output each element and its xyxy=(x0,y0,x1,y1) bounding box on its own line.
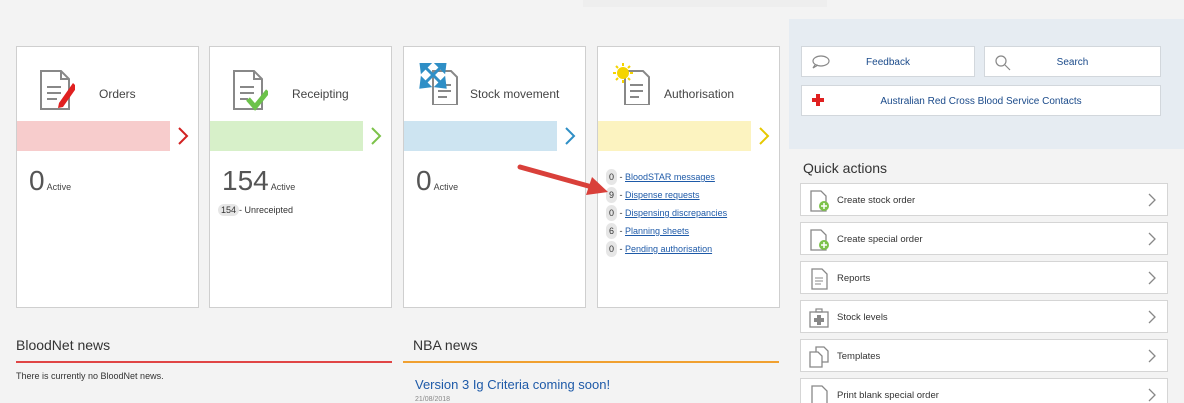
orders-status-bar xyxy=(17,121,170,151)
quick-action-label: Create special order xyxy=(837,234,923,245)
document-icon xyxy=(811,268,828,290)
bloodnet-news-text: There is currently no BloodNet news. xyxy=(16,371,164,381)
templates-button[interactable]: Templates xyxy=(800,339,1168,372)
chevron-right-icon xyxy=(178,127,189,145)
nba-news-section: NBA news Version 3 Ig Criteria coming so… xyxy=(403,337,779,403)
list-item: 6 - Planning sheets xyxy=(606,223,727,241)
stock-movement-tile-header: Stock movement xyxy=(404,47,585,121)
checkmark-document-icon xyxy=(233,70,268,111)
orders-active-count: 0 Active xyxy=(29,165,72,196)
print-blank-special-order-button[interactable]: Print blank special order xyxy=(800,378,1168,403)
bloodstar-messages-link[interactable]: BloodSTAR messages xyxy=(625,172,715,182)
stock-levels-button[interactable]: Stock levels xyxy=(800,300,1168,333)
authorisation-list: 0 - BloodSTAR messages 9 - Dispense requ… xyxy=(606,169,727,259)
copy-documents-icon xyxy=(809,346,829,368)
receipting-open-button[interactable] xyxy=(365,121,387,151)
chevron-right-icon xyxy=(1148,193,1156,207)
annotation-arrow-icon xyxy=(517,164,608,195)
red-cross-contacts-label: Australian Red Cross Blood Service Conta… xyxy=(880,96,1082,107)
stock-movement-title: Stock movement xyxy=(470,87,560,101)
feedback-button[interactable]: Feedback xyxy=(801,46,975,77)
quick-action-label: Templates xyxy=(837,351,881,362)
bloodnet-news-divider xyxy=(16,361,392,363)
authorisation-status-bar xyxy=(598,121,751,151)
dispense-requests-link[interactable]: Dispense requests xyxy=(625,190,700,200)
authorisation-tile[interactable]: Authorisation 0 - BloodSTAR messages 9 -… xyxy=(597,46,780,308)
receipting-title: Receipting xyxy=(292,87,349,101)
move-arrows-document-icon xyxy=(419,63,458,105)
chevron-right-icon xyxy=(1148,310,1156,324)
authorisation-title: Authorisation xyxy=(664,87,735,101)
red-cross-contacts-button[interactable]: Australian Red Cross Blood Service Conta… xyxy=(801,85,1161,116)
bloodnet-news-section: BloodNet news There is currently no Bloo… xyxy=(16,337,392,381)
orders-title: Orders xyxy=(99,87,136,101)
bloodnet-news-title: BloodNet news xyxy=(16,337,111,353)
nba-news-divider xyxy=(403,361,779,363)
authorisation-open-button[interactable] xyxy=(753,121,775,151)
reports-button[interactable]: Reports xyxy=(800,261,1168,294)
authorisation-tile-header: Authorisation xyxy=(598,47,779,121)
nba-news-date: 21/08/2018 xyxy=(415,396,451,403)
feedback-label: Feedback xyxy=(866,57,910,68)
add-document-icon xyxy=(810,229,829,251)
chevron-right-icon xyxy=(1148,388,1156,402)
create-special-order-button[interactable]: Create special order xyxy=(800,222,1168,255)
nba-news-headline-link[interactable]: Version 3 Ig Criteria coming soon! xyxy=(403,377,779,392)
receipting-tile-header: Receipting xyxy=(210,47,391,121)
search-button[interactable]: Search xyxy=(984,46,1161,77)
chevron-right-icon xyxy=(1148,232,1156,246)
stock-movement-open-button[interactable] xyxy=(559,121,581,151)
quick-actions-title: Quick actions xyxy=(803,160,888,176)
top-divider xyxy=(583,0,827,7)
chevron-right-icon xyxy=(759,127,770,145)
add-document-icon xyxy=(810,190,829,212)
create-stock-order-button[interactable]: Create stock order xyxy=(800,183,1168,216)
pencil-document-icon xyxy=(40,70,75,110)
receipting-active-count: 154 Active xyxy=(222,165,296,196)
search-label: Search xyxy=(1056,57,1089,68)
receipting-tile[interactable]: Receipting 154 Active 154- Unreceipted xyxy=(209,46,392,308)
chevron-right-icon xyxy=(565,127,576,145)
planning-sheets-link[interactable]: Planning sheets xyxy=(625,226,689,236)
receipting-status-bar xyxy=(210,121,363,151)
orders-tile[interactable]: Orders 0 Active xyxy=(16,46,199,308)
list-item: 0 - Pending authorisation xyxy=(606,241,727,259)
orders-tile-header: Orders xyxy=(17,47,198,121)
orders-open-button[interactable] xyxy=(172,121,194,151)
chevron-right-icon xyxy=(1148,349,1156,363)
right-top-panel: Feedback Search Australian Red Cross Blo… xyxy=(789,19,1184,149)
receipting-unreceipted: 154- Unreceipted xyxy=(218,204,293,216)
blank-document-icon xyxy=(811,385,828,403)
dispensing-discrepancies-link[interactable]: Dispensing discrepancies xyxy=(625,208,727,218)
list-item: 0 - Dispensing discrepancies xyxy=(606,205,727,223)
stock-movement-active-count: 0 Active xyxy=(416,165,459,196)
nba-news-title: NBA news xyxy=(413,337,478,353)
quick-action-label: Reports xyxy=(837,273,871,284)
medical-kit-icon xyxy=(809,308,829,328)
quick-action-label: Create stock order xyxy=(837,195,916,206)
pending-authorisation-link[interactable]: Pending authorisation xyxy=(625,244,712,254)
quick-action-label: Stock levels xyxy=(837,312,888,323)
list-item: 0 - BloodSTAR messages xyxy=(606,169,727,187)
sun-document-icon xyxy=(613,63,650,105)
quick-action-label: Print blank special order xyxy=(837,390,939,401)
chevron-right-icon xyxy=(1148,271,1156,285)
stock-movement-status-bar xyxy=(404,121,557,151)
list-item: 9 - Dispense requests xyxy=(606,187,727,205)
chevron-right-icon xyxy=(371,127,382,145)
